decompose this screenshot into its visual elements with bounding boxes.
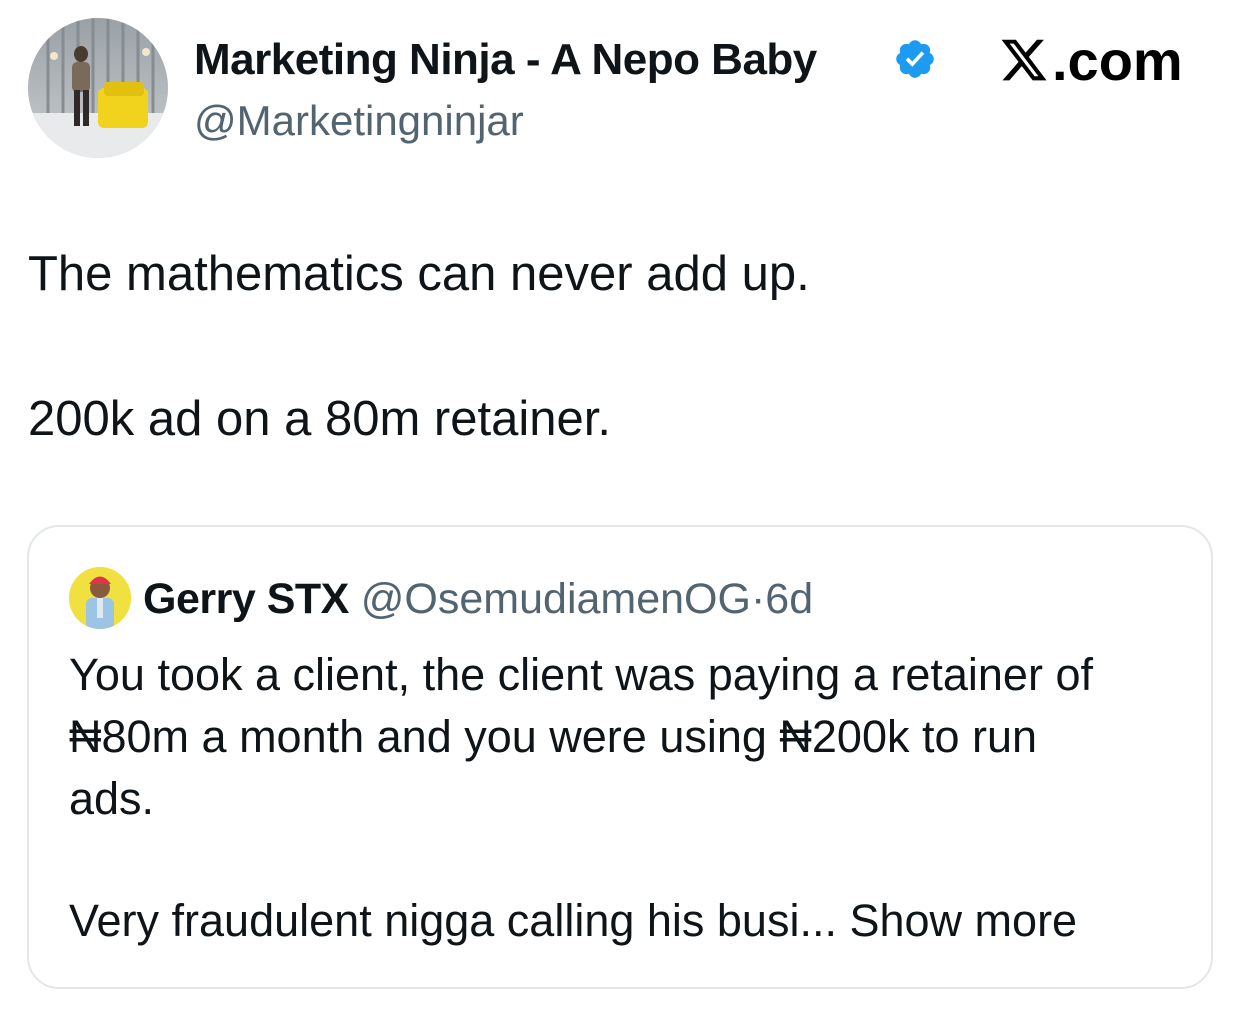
quoted-author-avatar-image: [69, 567, 131, 629]
site-badge: .com: [998, 28, 1183, 92]
quoted-text-line-1: You took a client, the client was paying…: [69, 649, 1093, 700]
quoted-tweet-timestamp[interactable]: 6d: [765, 575, 813, 623]
x-logo-icon: [1001, 39, 1047, 81]
quoted-text-line-4: Very fraudulent nigga calling his busi..…: [69, 891, 1077, 951]
show-more-link[interactable]: Show more: [849, 895, 1077, 946]
author-display-name[interactable]: Marketing Ninja - A Nepo Baby: [194, 34, 817, 86]
separator-dot: ·: [750, 575, 766, 623]
quoted-tweet-header: Gerry STX @OsemudiamenOG·6d: [143, 571, 813, 627]
quoted-author-handle[interactable]: @OsemudiamenOG: [361, 575, 751, 623]
quoted-text-line-3: ads.: [69, 773, 155, 824]
quoted-text-truncated: Very fraudulent nigga calling his busi..…: [69, 895, 837, 946]
quoted-text-line-2: ₦80m a month and you were using ₦200k to…: [69, 711, 1038, 762]
author-handle[interactable]: @Marketingninjar: [194, 96, 524, 146]
verified-badge-icon: [896, 40, 934, 78]
quoted-author-avatar[interactable]: [69, 567, 131, 629]
quoted-tweet-card[interactable]: Gerry STX @OsemudiamenOG·6d You took a c…: [27, 525, 1213, 989]
author-avatar-image: [28, 18, 168, 158]
tweet-text-line-1: The mathematics can never add up.: [28, 247, 810, 301]
tweet-text-line-2: 200k ad on a 80m retainer.: [28, 392, 611, 446]
quoted-author-name[interactable]: Gerry STX: [143, 575, 349, 623]
author-avatar[interactable]: [28, 18, 168, 158]
site-label: .com: [1052, 28, 1183, 92]
